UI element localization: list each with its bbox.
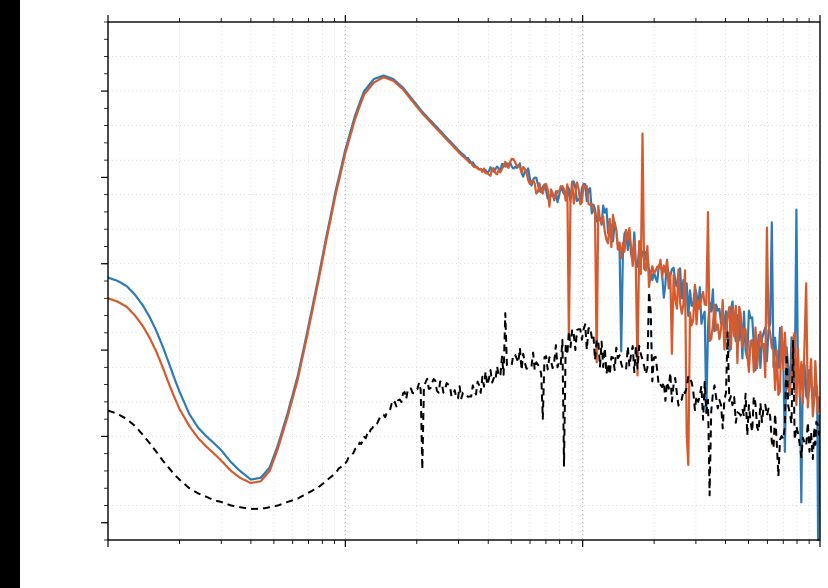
series-orange xyxy=(108,77,819,483)
grid xyxy=(108,22,820,540)
chart-svg xyxy=(0,0,828,588)
line-chart xyxy=(0,0,828,588)
left-black-band xyxy=(0,0,20,588)
axes-frame xyxy=(108,22,820,540)
series-blue xyxy=(108,76,819,541)
